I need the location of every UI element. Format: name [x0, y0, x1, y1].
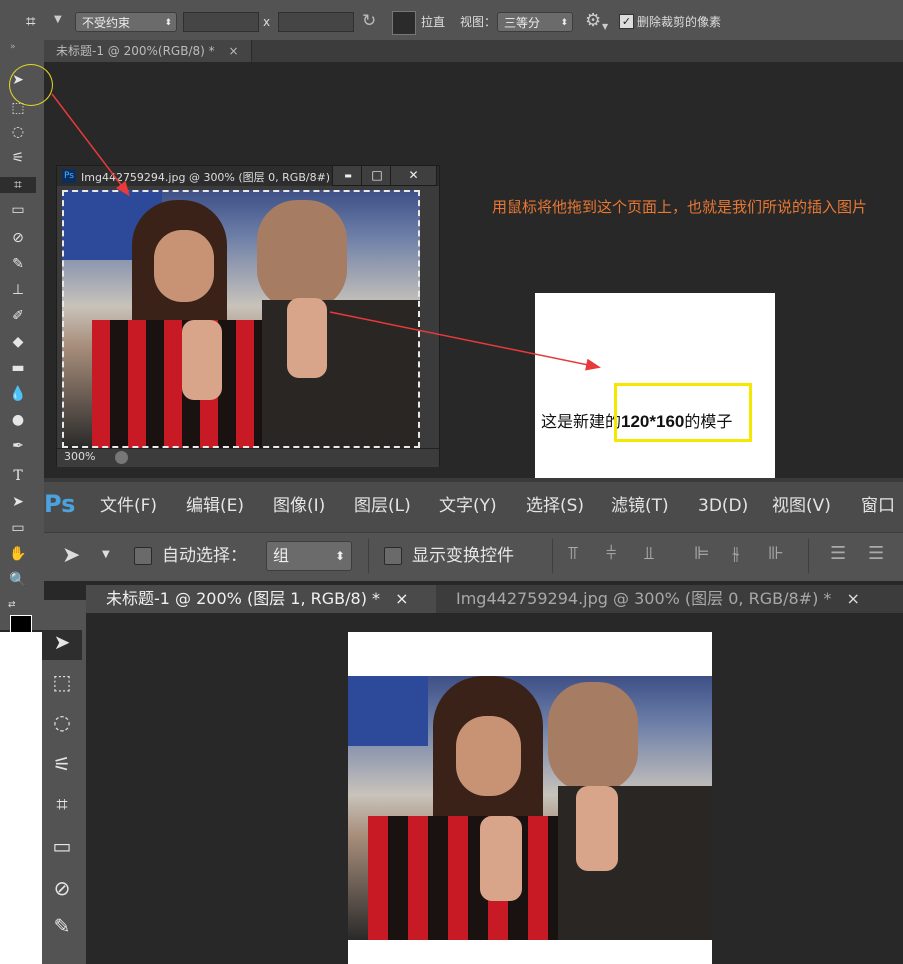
align-bottom-icon[interactable]: ⫫	[644, 543, 654, 564]
show-transform-label: 显示变换控件	[412, 546, 514, 566]
document-canvas[interactable]	[348, 632, 712, 964]
align-right-icon[interactable]: ⊪	[768, 543, 784, 564]
menu-file[interactable]: 文件(F)	[100, 482, 157, 530]
align-hcenter-icon[interactable]: ⫳	[732, 543, 739, 564]
close-icon[interactable]: ×	[395, 589, 408, 608]
healing-brush-icon[interactable]: ⊘	[42, 876, 82, 900]
menu-image[interactable]: 图像(I)	[273, 482, 325, 530]
tools-panel-2: ➤ ⬚ ◌ ⚟ ⌗ ▭ ⊘ ✎	[42, 600, 86, 964]
menu-select[interactable]: 选择(S)	[526, 482, 584, 530]
tab-title: Img442759294.jpg @ 300% (图层 0, RGB/8#) *	[456, 589, 832, 608]
close-icon[interactable]: ×	[847, 589, 860, 608]
auto-select-label: 自动选择：	[162, 546, 247, 566]
quick-select-icon[interactable]: ⚟	[42, 752, 82, 776]
distribute-top-icon[interactable]: ☰	[830, 543, 846, 564]
auto-select-checkbox[interactable]	[134, 545, 152, 565]
photo-figure-right-face	[548, 682, 638, 792]
auto-select-value: 组	[273, 546, 290, 565]
menu-layer[interactable]: 图层(L)	[354, 482, 411, 530]
tab-img-inactive[interactable]: Img442759294.jpg @ 300% (图层 0, RGB/8#) *…	[436, 585, 876, 613]
menu-type[interactable]: 文字(Y)	[439, 482, 497, 530]
chevron-down-icon[interactable]: ▼	[102, 549, 110, 560]
tab-untitled-active[interactable]: 未标题-1 @ 200% (图层 1, RGB/8) * ×	[86, 585, 436, 613]
document-tabs: 未标题-1 @ 200% (图层 1, RGB/8) * × Img442759…	[86, 585, 903, 613]
menu-3d[interactable]: 3D(D)	[698, 482, 748, 530]
menu-view[interactable]: 视图(V)	[772, 482, 831, 530]
align-left-icon[interactable]: ⊫	[694, 543, 710, 564]
auto-select-dropdown[interactable]: 组 ⬍	[266, 541, 352, 571]
separator	[552, 539, 553, 573]
brush-tool-icon[interactable]: ✎	[42, 914, 82, 938]
ps-logo: Ps	[44, 490, 76, 518]
move-tool-icon[interactable]: ➤	[42, 630, 82, 654]
menu-window[interactable]: 窗口	[861, 482, 895, 530]
distribute-vcenter-icon[interactable]: ☰	[868, 543, 884, 564]
marquee-tool-icon[interactable]: ⬚	[42, 670, 82, 694]
separator	[808, 539, 809, 573]
align-top-icon[interactable]: ⫪	[568, 543, 578, 564]
menu-filter[interactable]: 滤镜(T)	[611, 482, 669, 530]
move-tool-icon[interactable]: ➤	[62, 543, 80, 568]
crop-tool-icon[interactable]: ⌗	[42, 792, 82, 816]
placed-photo[interactable]	[348, 676, 712, 940]
tab-title: 未标题-1 @ 200% (图层 1, RGB/8) *	[106, 589, 381, 608]
ruler-tool-icon[interactable]: ▭	[42, 834, 82, 858]
align-vcenter-icon[interactable]: ⫩	[606, 543, 616, 564]
photo-bg-shape	[348, 676, 428, 746]
menu-edit[interactable]: 编辑(E)	[186, 482, 244, 530]
white-strip	[0, 632, 42, 964]
arrow-to-canvas	[329, 311, 601, 371]
lasso-tool-icon[interactable]: ◌	[42, 710, 82, 734]
photo-figure-left-face	[456, 716, 521, 796]
menu-bar: Ps 文件(F) 编辑(E) 图像(I) 图层(L) 文字(Y) 选择(S) 滤…	[44, 482, 903, 532]
select-arrows-icon: ⬍	[334, 549, 345, 563]
separator	[368, 539, 369, 573]
photo-plaid-shirt	[368, 816, 568, 940]
arrow-to-window	[51, 93, 130, 197]
photo-hand-right	[576, 786, 618, 871]
photo-hand-left	[480, 816, 522, 901]
show-transform-checkbox[interactable]	[384, 545, 402, 565]
move-options-bar: ➤ ▼ 自动选择： 组 ⬍ 显示变换控件 ⫪ ⫩ ⫫ ⊫ ⫳ ⊪ ☰ ☰	[44, 532, 903, 581]
